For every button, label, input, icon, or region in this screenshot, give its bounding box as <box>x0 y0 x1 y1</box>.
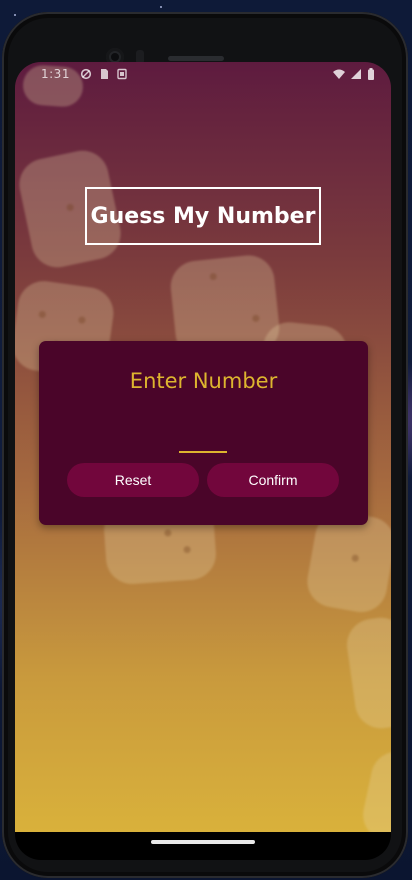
page-title: Guess My Number <box>90 203 316 229</box>
screenshot-icon <box>116 68 128 80</box>
battery-icon <box>367 68 375 80</box>
title-box: Guess My Number <box>85 187 321 245</box>
die-decoration <box>358 746 391 832</box>
star <box>14 14 16 16</box>
die-decoration <box>343 614 391 732</box>
status-time: 1:31 <box>41 67 70 81</box>
cell-signal-icon <box>350 68 362 80</box>
app-screen: 1:31 Guess My Number Enter Number Reset … <box>15 62 391 832</box>
home-gesture-handle[interactable] <box>151 840 255 844</box>
navigation-bar <box>15 832 391 860</box>
wifi-icon <box>333 68 345 80</box>
status-right-icons <box>333 68 375 80</box>
number-input[interactable] <box>179 427 227 453</box>
status-bar: 1:31 <box>15 62 391 86</box>
card-heading: Enter Number <box>129 369 278 393</box>
earpiece-speaker <box>168 56 224 61</box>
star <box>160 6 162 8</box>
reset-button[interactable]: Reset <box>67 463 199 497</box>
number-input-card: Enter Number Reset Confirm <box>39 341 368 525</box>
data-saver-icon <box>80 68 92 80</box>
confirm-button[interactable]: Confirm <box>207 463 339 497</box>
sim-card-icon <box>98 68 110 80</box>
